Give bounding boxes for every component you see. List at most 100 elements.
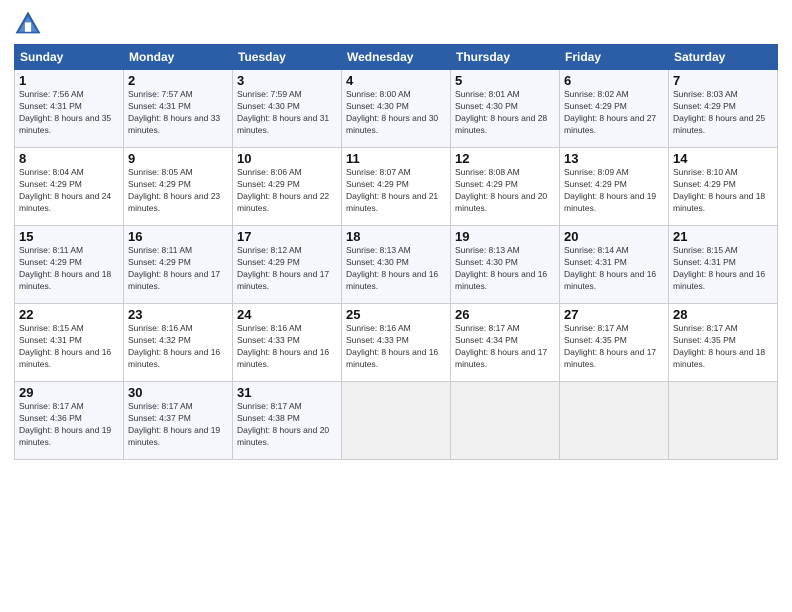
- day-detail: Sunrise: 8:10 AMSunset: 4:29 PMDaylight:…: [673, 167, 773, 215]
- day-detail: Sunrise: 8:09 AMSunset: 4:29 PMDaylight:…: [564, 167, 664, 215]
- calendar-cell: [451, 382, 560, 460]
- day-number: 14: [673, 151, 773, 166]
- day-detail: Sunrise: 8:14 AMSunset: 4:31 PMDaylight:…: [564, 245, 664, 293]
- day-detail: Sunrise: 8:11 AMSunset: 4:29 PMDaylight:…: [19, 245, 119, 293]
- calendar-cell: 22Sunrise: 8:15 AMSunset: 4:31 PMDayligh…: [15, 304, 124, 382]
- calendar-cell: 5Sunrise: 8:01 AMSunset: 4:30 PMDaylight…: [451, 70, 560, 148]
- day-detail: Sunrise: 8:01 AMSunset: 4:30 PMDaylight:…: [455, 89, 555, 137]
- day-number: 3: [237, 73, 337, 88]
- calendar-header-cell: Wednesday: [342, 45, 451, 70]
- calendar-cell: 17Sunrise: 8:12 AMSunset: 4:29 PMDayligh…: [233, 226, 342, 304]
- day-number: 31: [237, 385, 337, 400]
- day-detail: Sunrise: 8:16 AMSunset: 4:33 PMDaylight:…: [346, 323, 446, 371]
- calendar-body: 1Sunrise: 7:56 AMSunset: 4:31 PMDaylight…: [15, 70, 778, 460]
- day-detail: Sunrise: 8:11 AMSunset: 4:29 PMDaylight:…: [128, 245, 228, 293]
- day-number: 17: [237, 229, 337, 244]
- day-detail: Sunrise: 8:17 AMSunset: 4:37 PMDaylight:…: [128, 401, 228, 449]
- day-detail: Sunrise: 8:07 AMSunset: 4:29 PMDaylight:…: [346, 167, 446, 215]
- day-number: 26: [455, 307, 555, 322]
- day-number: 23: [128, 307, 228, 322]
- calendar-cell: 18Sunrise: 8:13 AMSunset: 4:30 PMDayligh…: [342, 226, 451, 304]
- day-detail: Sunrise: 8:02 AMSunset: 4:29 PMDaylight:…: [564, 89, 664, 137]
- calendar-table: SundayMondayTuesdayWednesdayThursdayFrid…: [14, 44, 778, 460]
- day-detail: Sunrise: 8:15 AMSunset: 4:31 PMDaylight:…: [673, 245, 773, 293]
- calendar-cell: 30Sunrise: 8:17 AMSunset: 4:37 PMDayligh…: [124, 382, 233, 460]
- day-number: 20: [564, 229, 664, 244]
- day-detail: Sunrise: 8:17 AMSunset: 4:36 PMDaylight:…: [19, 401, 119, 449]
- day-detail: Sunrise: 8:04 AMSunset: 4:29 PMDaylight:…: [19, 167, 119, 215]
- day-number: 16: [128, 229, 228, 244]
- calendar-header-cell: Tuesday: [233, 45, 342, 70]
- calendar-week-row: 22Sunrise: 8:15 AMSunset: 4:31 PMDayligh…: [15, 304, 778, 382]
- day-number: 21: [673, 229, 773, 244]
- calendar-cell: [669, 382, 778, 460]
- calendar-cell: 20Sunrise: 8:14 AMSunset: 4:31 PMDayligh…: [560, 226, 669, 304]
- day-number: 9: [128, 151, 228, 166]
- day-detail: Sunrise: 8:17 AMSunset: 4:34 PMDaylight:…: [455, 323, 555, 371]
- header: [14, 10, 778, 38]
- calendar-header-row: SundayMondayTuesdayWednesdayThursdayFrid…: [15, 45, 778, 70]
- calendar-cell: 12Sunrise: 8:08 AMSunset: 4:29 PMDayligh…: [451, 148, 560, 226]
- calendar-header-cell: Monday: [124, 45, 233, 70]
- calendar-cell: 25Sunrise: 8:16 AMSunset: 4:33 PMDayligh…: [342, 304, 451, 382]
- calendar-cell: 1Sunrise: 7:56 AMSunset: 4:31 PMDaylight…: [15, 70, 124, 148]
- day-number: 1: [19, 73, 119, 88]
- day-detail: Sunrise: 7:59 AMSunset: 4:30 PMDaylight:…: [237, 89, 337, 137]
- calendar-cell: 16Sunrise: 8:11 AMSunset: 4:29 PMDayligh…: [124, 226, 233, 304]
- calendar-cell: 28Sunrise: 8:17 AMSunset: 4:35 PMDayligh…: [669, 304, 778, 382]
- day-detail: Sunrise: 7:56 AMSunset: 4:31 PMDaylight:…: [19, 89, 119, 137]
- day-number: 22: [19, 307, 119, 322]
- calendar-cell: 6Sunrise: 8:02 AMSunset: 4:29 PMDaylight…: [560, 70, 669, 148]
- day-number: 18: [346, 229, 446, 244]
- day-number: 11: [346, 151, 446, 166]
- calendar-cell: 7Sunrise: 8:03 AMSunset: 4:29 PMDaylight…: [669, 70, 778, 148]
- day-number: 10: [237, 151, 337, 166]
- calendar-cell: 21Sunrise: 8:15 AMSunset: 4:31 PMDayligh…: [669, 226, 778, 304]
- day-detail: Sunrise: 8:08 AMSunset: 4:29 PMDaylight:…: [455, 167, 555, 215]
- calendar-header-cell: Thursday: [451, 45, 560, 70]
- day-detail: Sunrise: 8:17 AMSunset: 4:35 PMDaylight:…: [564, 323, 664, 371]
- calendar-week-row: 1Sunrise: 7:56 AMSunset: 4:31 PMDaylight…: [15, 70, 778, 148]
- day-number: 24: [237, 307, 337, 322]
- day-detail: Sunrise: 7:57 AMSunset: 4:31 PMDaylight:…: [128, 89, 228, 137]
- calendar-cell: 9Sunrise: 8:05 AMSunset: 4:29 PMDaylight…: [124, 148, 233, 226]
- calendar-cell: 23Sunrise: 8:16 AMSunset: 4:32 PMDayligh…: [124, 304, 233, 382]
- day-number: 13: [564, 151, 664, 166]
- logo: [14, 10, 46, 38]
- day-detail: Sunrise: 8:15 AMSunset: 4:31 PMDaylight:…: [19, 323, 119, 371]
- calendar-cell: 14Sunrise: 8:10 AMSunset: 4:29 PMDayligh…: [669, 148, 778, 226]
- day-number: 5: [455, 73, 555, 88]
- calendar-cell: 15Sunrise: 8:11 AMSunset: 4:29 PMDayligh…: [15, 226, 124, 304]
- day-detail: Sunrise: 8:03 AMSunset: 4:29 PMDaylight:…: [673, 89, 773, 137]
- day-number: 30: [128, 385, 228, 400]
- calendar-header-cell: Friday: [560, 45, 669, 70]
- day-detail: Sunrise: 8:06 AMSunset: 4:29 PMDaylight:…: [237, 167, 337, 215]
- calendar-cell: 26Sunrise: 8:17 AMSunset: 4:34 PMDayligh…: [451, 304, 560, 382]
- day-detail: Sunrise: 8:13 AMSunset: 4:30 PMDaylight:…: [455, 245, 555, 293]
- day-number: 4: [346, 73, 446, 88]
- day-detail: Sunrise: 8:13 AMSunset: 4:30 PMDaylight:…: [346, 245, 446, 293]
- day-number: 28: [673, 307, 773, 322]
- calendar-header-cell: Sunday: [15, 45, 124, 70]
- page-container: SundayMondayTuesdayWednesdayThursdayFrid…: [0, 0, 792, 468]
- calendar-cell: 19Sunrise: 8:13 AMSunset: 4:30 PMDayligh…: [451, 226, 560, 304]
- calendar-cell: 8Sunrise: 8:04 AMSunset: 4:29 PMDaylight…: [15, 148, 124, 226]
- day-detail: Sunrise: 8:16 AMSunset: 4:32 PMDaylight:…: [128, 323, 228, 371]
- calendar-cell: 4Sunrise: 8:00 AMSunset: 4:30 PMDaylight…: [342, 70, 451, 148]
- calendar-cell: 31Sunrise: 8:17 AMSunset: 4:38 PMDayligh…: [233, 382, 342, 460]
- calendar-week-row: 29Sunrise: 8:17 AMSunset: 4:36 PMDayligh…: [15, 382, 778, 460]
- calendar-cell: 10Sunrise: 8:06 AMSunset: 4:29 PMDayligh…: [233, 148, 342, 226]
- calendar-cell: [342, 382, 451, 460]
- day-number: 27: [564, 307, 664, 322]
- day-detail: Sunrise: 8:00 AMSunset: 4:30 PMDaylight:…: [346, 89, 446, 137]
- day-number: 6: [564, 73, 664, 88]
- day-detail: Sunrise: 8:16 AMSunset: 4:33 PMDaylight:…: [237, 323, 337, 371]
- logo-icon: [14, 10, 42, 38]
- day-number: 25: [346, 307, 446, 322]
- day-number: 8: [19, 151, 119, 166]
- calendar-week-row: 15Sunrise: 8:11 AMSunset: 4:29 PMDayligh…: [15, 226, 778, 304]
- calendar-cell: 11Sunrise: 8:07 AMSunset: 4:29 PMDayligh…: [342, 148, 451, 226]
- day-detail: Sunrise: 8:05 AMSunset: 4:29 PMDaylight:…: [128, 167, 228, 215]
- calendar-cell: 29Sunrise: 8:17 AMSunset: 4:36 PMDayligh…: [15, 382, 124, 460]
- day-number: 12: [455, 151, 555, 166]
